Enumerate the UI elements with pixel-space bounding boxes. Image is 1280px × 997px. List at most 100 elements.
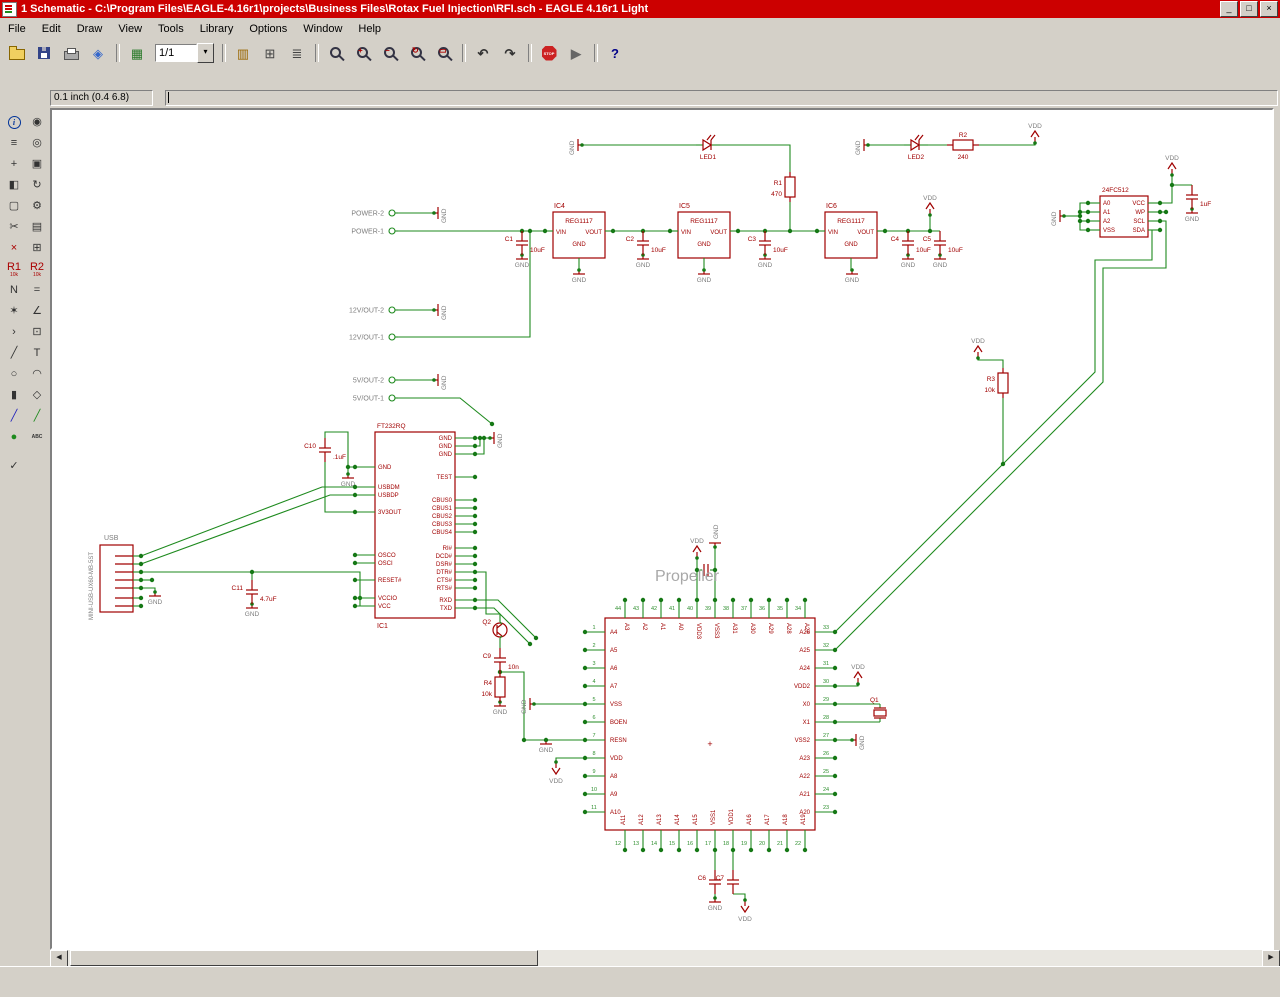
command-input[interactable] xyxy=(165,90,1278,106)
part-IC5[interactable]: IC5 REG1117 VIN VOUT GND xyxy=(667,203,741,270)
undo-button[interactable]: ↶ xyxy=(470,41,496,65)
stop-button[interactable]: STOP xyxy=(536,41,562,65)
tool-copy[interactable]: ▣ xyxy=(25,154,49,175)
zoom-redraw-button[interactable]: ↻ xyxy=(404,41,430,65)
tool-miter[interactable]: ∠ xyxy=(25,301,49,322)
tool-text[interactable]: T xyxy=(25,343,49,364)
supply-gnd[interactable]: GND xyxy=(148,590,163,606)
supply-vdd[interactable]: VDD xyxy=(971,338,985,360)
open-button[interactable] xyxy=(4,41,30,65)
supply-vdd[interactable]: VDD xyxy=(690,538,704,560)
tool-name[interactable]: N xyxy=(2,280,26,301)
part-IC4[interactable]: IC4 REG1117 VIN VOUT GND xyxy=(542,203,616,270)
menu-tools[interactable]: Tools xyxy=(150,20,192,38)
supply-gnd[interactable]: GND xyxy=(539,738,554,754)
tool-split[interactable]: › xyxy=(2,322,26,343)
schematic-drawing[interactable]: POWER-2 POWER-1 12V/OUT-2 12V/OUT-1 5V/OUT-2… xyxy=(52,110,1272,948)
menu-window[interactable]: Window xyxy=(295,20,350,38)
part-C2[interactable]: C2 10uF xyxy=(626,231,666,255)
part-Q1[interactable]: Q1 xyxy=(870,697,887,722)
part-C11[interactable]: C11 4.7uF xyxy=(232,580,277,604)
print-button[interactable] xyxy=(58,41,84,65)
supply-gnd[interactable]: GND xyxy=(709,524,721,549)
port-POWER-2[interactable]: POWER-2 xyxy=(351,209,398,218)
tool-change[interactable]: ⚙ xyxy=(25,196,49,217)
part-Q2[interactable]: Q2 xyxy=(482,619,508,639)
schematic-wires[interactable] xyxy=(140,143,1192,900)
part-C6[interactable]: C6 xyxy=(698,870,721,894)
part-Propeller[interactable]: A4 1 A5 2 A6 3 A7 4 VSS 5 BOEN 6 RESN 7 VDD 8 A8 9 A9 10 A10… xyxy=(582,597,838,853)
tool-rect[interactable]: ▮ xyxy=(2,385,26,406)
tool-rotate[interactable]: ↻ xyxy=(25,175,49,196)
supply-gnd[interactable]: GND xyxy=(493,700,508,716)
tool-wire[interactable]: ╱ xyxy=(2,343,26,364)
save-button[interactable] xyxy=(31,41,57,65)
maximize-button[interactable]: □ xyxy=(1240,1,1258,17)
tool-pinswap[interactable]: R1 10k xyxy=(2,259,26,280)
tool-invoke[interactable]: ⊡ xyxy=(25,322,49,343)
part-usb-connector[interactable] xyxy=(99,544,144,613)
tool-paste[interactable]: ▤ xyxy=(25,217,49,238)
menu-file[interactable]: File xyxy=(0,20,34,38)
supply-vdd[interactable]: VDD xyxy=(1165,155,1179,177)
supply-vdd[interactable]: VDD xyxy=(549,760,563,785)
part-R3[interactable]: R3 10k xyxy=(985,368,1009,398)
sheet-selector-dropdown[interactable]: ▾ xyxy=(197,43,214,63)
supply-gnd[interactable]: GND xyxy=(572,268,587,284)
sheet-selector-value[interactable]: 1/1 xyxy=(155,44,197,62)
port-12V/OUT-2[interactable]: 12V/OUT-2 xyxy=(349,306,398,315)
supply-gnd[interactable]: GND xyxy=(245,602,260,618)
tool-smash[interactable]: ✶ xyxy=(2,301,26,322)
tool-group[interactable]: ▢ xyxy=(2,196,26,217)
horizontal-scrollbar[interactable]: ◀ ▶ xyxy=(50,950,1280,968)
menu-library[interactable]: Library xyxy=(192,20,242,38)
tool-erc[interactable]: ✓ xyxy=(2,456,26,477)
supply-gnd[interactable]: GND xyxy=(432,304,448,320)
tool-polygon[interactable]: ◇ xyxy=(25,385,49,406)
supply-gnd[interactable]: GND xyxy=(1185,207,1200,223)
supply-gnd[interactable]: GND xyxy=(432,374,448,390)
supply-vdd[interactable]: VDD xyxy=(923,195,937,217)
go-button[interactable]: ▶ xyxy=(563,41,589,65)
supply-gnd[interactable]: GND xyxy=(515,253,530,269)
port-12V/OUT-1[interactable]: 12V/OUT-1 xyxy=(349,333,398,342)
tool-value[interactable]: = xyxy=(25,280,49,301)
schematic-junctions[interactable] xyxy=(149,182,1175,743)
supply-gnd[interactable]: GND xyxy=(855,139,870,155)
menu-draw[interactable]: Draw xyxy=(69,20,111,38)
tool-net[interactable]: ╱ xyxy=(25,406,49,427)
tool-show[interactable]: ◉ xyxy=(25,112,49,133)
menu-edit[interactable]: Edit xyxy=(34,20,69,38)
port-POWER-1[interactable]: POWER-1 xyxy=(351,227,398,236)
cam-processor-button[interactable]: ◈ xyxy=(85,41,111,65)
part-R4[interactable]: R4 10k xyxy=(482,672,506,702)
board-button[interactable]: ▦ xyxy=(124,41,150,65)
part-R2[interactable]: R2 240 xyxy=(947,132,979,161)
supply-gnd[interactable]: GND xyxy=(636,253,651,269)
part-C1[interactable]: C1 10uF xyxy=(505,231,545,255)
minimize-button[interactable]: _ xyxy=(1220,1,1238,17)
library-button[interactable]: ▥ xyxy=(230,41,256,65)
tool-circle[interactable]: ○ xyxy=(2,364,26,385)
menu-view[interactable]: View xyxy=(110,20,150,38)
part-24FC512[interactable]: 24FC512 A0 A1 A2 VSS VCC WP SCL SDA xyxy=(1085,187,1163,238)
menu-help[interactable]: Help xyxy=(350,20,389,38)
supply-gnd[interactable]: GND xyxy=(432,207,448,223)
zoom-select-button[interactable]: ▭ xyxy=(431,41,457,65)
part-cap[interactable]: 1uF xyxy=(1186,185,1211,209)
supply-gnd[interactable]: GND xyxy=(569,139,584,155)
display-button[interactable]: ≣ xyxy=(284,41,310,65)
supply-gnd[interactable]: GND xyxy=(488,432,504,448)
tool-mirror[interactable]: ◧ xyxy=(2,175,26,196)
part-LED2[interactable]: LED2 xyxy=(904,134,928,161)
tool-mark[interactable]: ◎ xyxy=(25,133,49,154)
zoom-in-button[interactable]: + xyxy=(350,41,376,65)
part-C3[interactable]: C3 10uF xyxy=(748,231,788,255)
tool-move[interactable]: + xyxy=(2,154,26,175)
supply-gnd[interactable]: GND xyxy=(850,734,866,750)
part-C4[interactable]: C4 10uF xyxy=(891,231,931,255)
scrollbar-thumb[interactable] xyxy=(70,950,538,966)
tool-add[interactable]: ⊞ xyxy=(25,238,49,259)
tool-arc[interactable]: ◠ xyxy=(25,364,49,385)
redo-button[interactable]: ↷ xyxy=(497,41,523,65)
